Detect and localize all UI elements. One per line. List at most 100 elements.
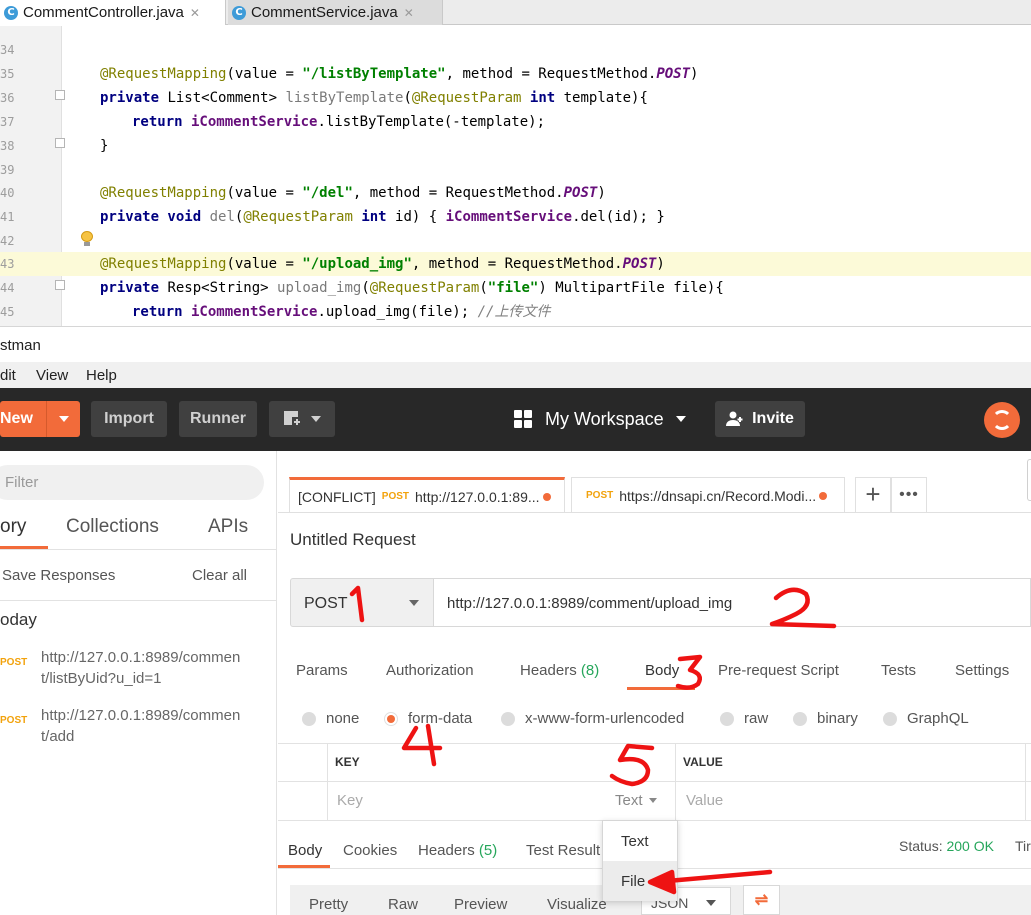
ide-tab-comment-controller[interactable]: C CommentController.java ✕ [0,0,226,25]
response-tab-cookies[interactable]: Cookies [343,842,397,859]
body-type-graphql[interactable]: GraphQL [883,710,969,727]
code-text: private Resp<String> upload_img(@Request… [100,280,724,296]
tab-history[interactable]: ory [0,516,26,538]
time-indicator: Tir [1015,838,1031,854]
code-line: 44 private Resp<String> upload_img(@Requ… [0,276,1031,300]
method-badge: POST [0,657,28,668]
clear-all-button[interactable]: Clear all [192,567,247,584]
method-select[interactable]: POST [290,578,434,627]
menu-help[interactable]: Help [86,367,117,384]
code-text: return iCommentService.listByTemplate(-t… [132,114,546,130]
save-responses-toggle[interactable]: Save Responses [2,567,115,584]
lightbulb-icon[interactable] [81,231,93,246]
invite-button[interactable]: Invite [715,401,805,437]
key-type-select[interactable]: Text [615,792,657,809]
divider [0,549,276,550]
fold-toggle-icon[interactable] [55,138,65,148]
import-button[interactable]: Import [91,401,167,437]
add-tab-button[interactable]: + [855,477,891,513]
line-number: 35 [0,67,15,81]
line-number: 43 [0,257,15,271]
unsaved-dot-icon [819,491,828,500]
tab-body[interactable]: Body [645,662,679,679]
more-tabs-button[interactable]: ••• [891,477,927,513]
type-option-text[interactable]: Text [603,821,677,861]
code-text: return iCommentService.upload_img(file);… [132,304,551,320]
chevron-down-icon [311,416,321,422]
request-tab[interactable]: POST https://dnsapi.cn/Record.Modi... [571,477,845,513]
fold-toggle-icon[interactable] [55,90,65,100]
view-visualize[interactable]: Visualize [547,896,607,913]
code-line: 38 } [0,134,1031,158]
radio-icon [793,711,807,726]
request-panel: [CONFLICT] POST http://127.0.0.1:89... P… [278,451,1031,915]
type-option-file[interactable]: File [603,861,677,901]
workspace-selector[interactable]: My Workspace [514,401,686,437]
chevron-down-icon [706,900,716,906]
window-title: stman [0,337,41,354]
history-group-label: oday [0,610,37,629]
method-badge: POST [381,491,410,502]
response-tab-test-results[interactable]: Test Result [526,842,600,859]
line-number: 37 [0,115,15,129]
body-type-binary[interactable]: binary [793,710,858,727]
runner-button[interactable]: Runner [179,401,257,437]
app-header: New Import Runner My Workspace Invite [0,388,1031,451]
wrap-lines-icon[interactable]: ⇌ [743,885,780,915]
status-indicator: Status: 200 OK [899,838,994,854]
tab-settings[interactable]: Settings [955,662,1009,679]
fold-toggle-icon[interactable] [55,280,65,290]
code-line: 41 private void del(@RequestParam int id… [0,205,1031,229]
ide-tab-comment-service[interactable]: C CommentService.java ✕ [228,0,443,25]
key-input[interactable]: Key [337,792,363,809]
close-icon[interactable]: ✕ [404,6,414,20]
menu-bar: dit View Help [0,362,1031,388]
filter-input[interactable]: Filter [0,465,264,500]
view-pretty[interactable]: Pretty [309,896,348,913]
method-badge: POST [586,490,614,501]
tab-pre-request-script[interactable]: Pre-request Script [718,662,839,679]
tab-apis[interactable]: APIs [208,516,248,538]
body-type-raw[interactable]: raw [720,710,768,727]
new-dropdown-arrow[interactable] [46,401,80,437]
menu-edit[interactable]: dit [0,367,16,384]
tab-authorization[interactable]: Authorization [386,662,474,679]
workspace-grid-icon [514,410,532,428]
line-number: 42 [0,234,15,248]
tab-params[interactable]: Params [296,662,348,679]
view-raw[interactable]: Raw [388,896,418,913]
code-editor[interactable]: 34 35 @RequestMapping(value = "/listByTe… [0,26,1031,326]
response-tab-headers[interactable]: Headers (5) [418,842,497,859]
new-window-icon [284,411,302,427]
body-type-urlencoded[interactable]: x-www-form-urlencoded [501,710,684,727]
chevron-down-icon [58,416,69,422]
tab-headers[interactable]: Headers (8) [520,662,599,679]
sync-icon[interactable] [984,402,1020,438]
close-icon[interactable]: ✕ [190,6,200,20]
new-button[interactable]: New [0,401,80,437]
body-type-none[interactable]: none [302,710,359,727]
value-input[interactable]: Value [686,792,723,809]
request-tab-active[interactable]: [CONFLICT] POST http://127.0.0.1:89... [289,477,565,513]
line-number: 36 [0,91,15,105]
radio-icon [302,711,316,726]
url-input[interactable]: http://127.0.0.1:8989/comment/upload_img [434,578,1031,627]
code-text: @RequestMapping(value = "/upload_img", m… [100,256,665,272]
new-window-button[interactable] [269,401,335,437]
java-class-icon: C [4,5,18,20]
divider [0,600,276,601]
view-preview[interactable]: Preview [454,896,507,913]
chevron-down-icon [409,600,419,606]
value-column-header: VALUE [683,755,723,769]
radio-icon [883,711,897,726]
new-button-label: New [0,410,33,427]
tab-collections[interactable]: Collections [66,516,159,538]
tab-tests[interactable]: Tests [881,662,916,679]
environment-selector[interactable] [1027,459,1031,501]
request-name[interactable]: Untitled Request [290,530,416,550]
window-title-bar: stman [0,326,1031,362]
menu-view[interactable]: View [36,367,68,384]
workspace-label: My Workspace [545,408,664,429]
body-type-form-data[interactable]: form-data [384,710,472,727]
response-tab-body[interactable]: Body [288,842,322,859]
